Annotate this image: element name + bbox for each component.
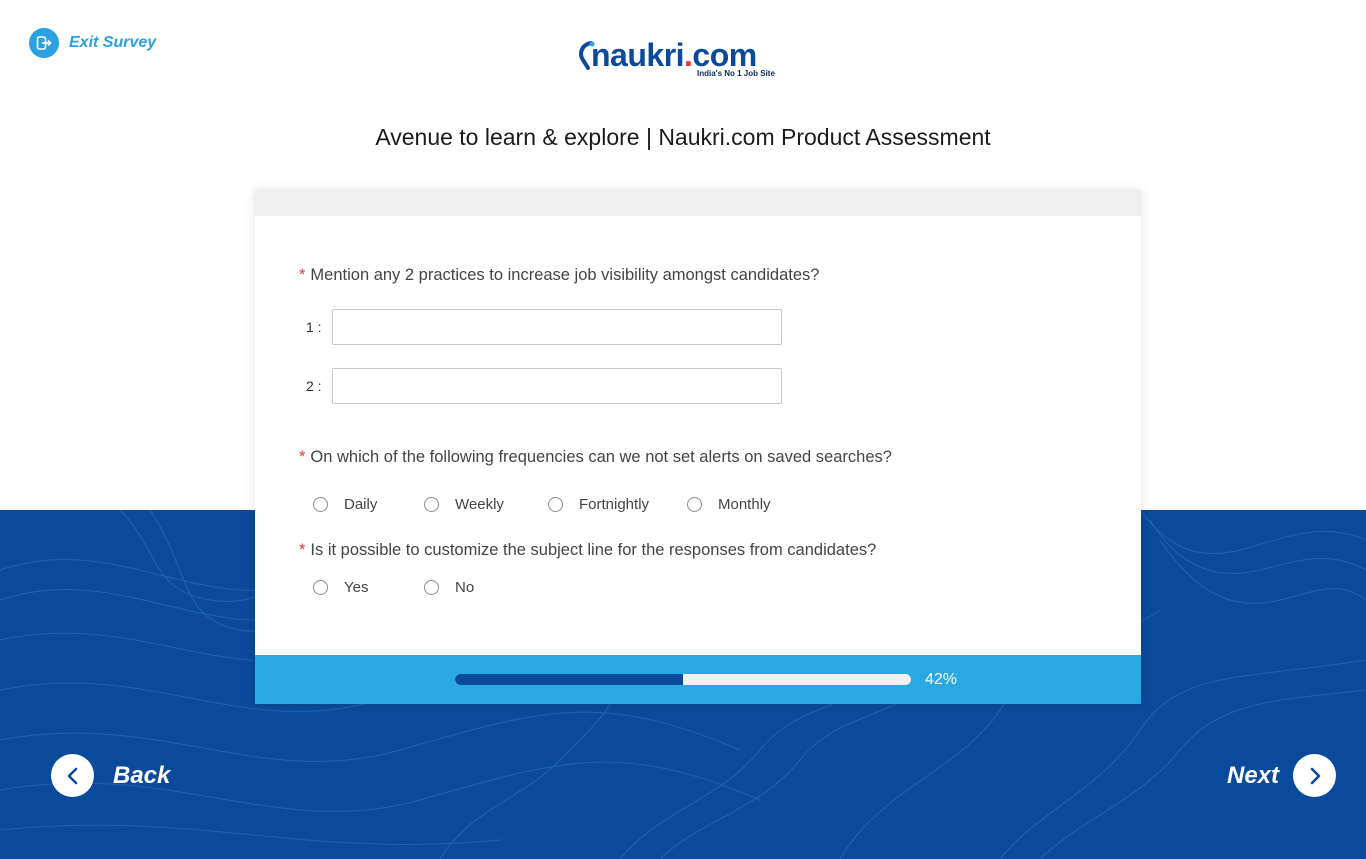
- radio-circle[interactable]: [424, 580, 439, 595]
- radio-circle[interactable]: [424, 497, 439, 512]
- field-1-label: 1 :: [306, 319, 322, 335]
- chevron-left-icon[interactable]: [51, 754, 94, 797]
- question-1: * Mention any 2 practices to increase job…: [299, 266, 819, 285]
- option-weekly[interactable]: Weekly: [424, 496, 504, 513]
- naukri-logo: naukri.com India's No 1 Job Site: [575, 38, 795, 82]
- card-header-strip: [255, 190, 1141, 216]
- practice-2-input[interactable]: [332, 368, 782, 404]
- option-yes[interactable]: Yes: [313, 579, 368, 596]
- question-1-text: Mention any 2 practices to increase job …: [310, 266, 820, 284]
- exit-icon: [29, 28, 59, 58]
- progress-track: [455, 674, 911, 685]
- practice-1-input[interactable]: [332, 309, 782, 345]
- question-2: * On which of the following frequencies c…: [299, 448, 892, 467]
- progress-area: 42%: [255, 655, 1141, 704]
- logo-tagline: India's No 1 Job Site: [697, 69, 775, 78]
- radio-circle[interactable]: [313, 497, 328, 512]
- required-marker: *: [299, 541, 306, 559]
- option-fortnightly[interactable]: Fortnightly: [548, 496, 649, 513]
- next-label: Next: [1227, 761, 1280, 789]
- option-label: Daily: [344, 496, 378, 513]
- radio-circle[interactable]: [313, 580, 328, 595]
- option-monthly[interactable]: Monthly: [687, 496, 771, 513]
- field-2-label: 2 :: [306, 378, 322, 394]
- exit-survey-label: Exit Survey: [69, 34, 157, 51]
- page-title: Avenue to learn & explore | Naukri.com P…: [375, 124, 991, 150]
- chevron-right-icon[interactable]: [1293, 754, 1337, 797]
- question-3-text: Is it possible to customize the subject …: [310, 541, 877, 559]
- option-label: No: [455, 579, 475, 596]
- option-daily[interactable]: Daily: [313, 496, 377, 513]
- back-label: Back: [113, 761, 171, 789]
- option-label: Fortnightly: [579, 496, 650, 513]
- radio-circle[interactable]: [687, 497, 702, 512]
- question-2-text: On which of the following frequencies ca…: [310, 448, 892, 466]
- option-label: Yes: [344, 579, 369, 596]
- progress-percent: 42%: [925, 671, 958, 688]
- logo-wordmark: naukri.com: [591, 37, 757, 73]
- option-label: Weekly: [455, 496, 504, 513]
- option-label: Monthly: [718, 496, 771, 513]
- question-3: * Is it possible to customize the subject…: [299, 541, 876, 560]
- required-marker: *: [299, 266, 306, 284]
- survey-card: * Mention any 2 practices to increase job…: [255, 190, 1141, 704]
- exit-survey-button[interactable]: Exit Survey: [29, 28, 156, 58]
- progress-fill: [455, 674, 683, 685]
- option-no[interactable]: No: [424, 579, 474, 596]
- back-button[interactable]: Back: [51, 754, 170, 797]
- radio-circle[interactable]: [548, 497, 563, 512]
- next-button[interactable]: Next: [1227, 754, 1337, 797]
- required-marker: *: [299, 448, 306, 466]
